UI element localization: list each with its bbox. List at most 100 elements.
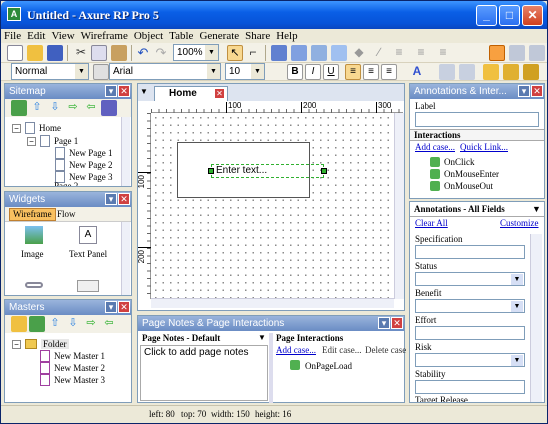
font-select[interactable]: Arial ▼ — [109, 63, 221, 80]
highlight-icon[interactable] — [489, 45, 505, 61]
text-field-widget[interactable]: Enter text... — [211, 164, 324, 178]
font-color-icon[interactable]: A — [409, 64, 425, 80]
menu-generate[interactable]: Generate — [196, 29, 242, 43]
italic-button[interactable]: I — [305, 64, 321, 80]
widgets-scrollbar[interactable] — [121, 222, 130, 295]
send-back-icon[interactable] — [503, 64, 519, 80]
notes-close-button[interactable]: ✕ — [391, 317, 403, 329]
image-icon[interactable] — [271, 45, 287, 61]
notes-dropdown-icon[interactable]: ▼ — [258, 333, 266, 342]
bold-button[interactable]: B — [287, 64, 303, 80]
sitemap-scrollbar[interactable] — [121, 117, 130, 186]
resize-handle[interactable] — [321, 168, 327, 174]
font-size-select[interactable]: 10 ▼ — [225, 63, 265, 80]
master-folder[interactable]: Folder — [41, 339, 69, 349]
title-bar[interactable]: A Untitled - Axure RP Pro 5 _ □ ✕ — [1, 1, 547, 29]
widgets-menu-button[interactable]: ▾ — [105, 193, 117, 205]
master-indent-icon[interactable]: ⇨ — [83, 316, 99, 332]
sitemap-item-newpage2[interactable]: New Page 2 — [69, 160, 113, 170]
master-item-2[interactable]: New Master 2 — [54, 363, 105, 373]
add-master-icon[interactable] — [29, 316, 45, 332]
sitemap-item-page1[interactable]: Page 1 — [54, 136, 78, 146]
page-notes-textarea[interactable]: Click to add page notes — [140, 345, 268, 401]
hyperlink-widget-icon[interactable] — [25, 282, 43, 288]
tab-list-icon[interactable]: ▼ — [140, 87, 148, 96]
sitemap-menu-button[interactable]: ▾ — [105, 85, 117, 97]
masters-close-button[interactable]: ✕ — [118, 301, 130, 313]
page-notes-title[interactable]: Page Notes - Default — [142, 333, 220, 343]
fields-title[interactable]: Annotations - All Fields — [414, 204, 505, 214]
widget-image-label[interactable]: Image — [21, 249, 44, 259]
ungroup-icon[interactable] — [311, 45, 327, 61]
move-up-icon[interactable]: ⇧ — [29, 100, 45, 116]
widgets-close-button[interactable]: ✕ — [118, 193, 130, 205]
group-icon[interactable] — [291, 45, 307, 61]
tab-wireframe[interactable]: Wireframe — [9, 208, 56, 221]
distribute-icon[interactable] — [459, 64, 475, 80]
align-right-icon[interactable]: ≡ — [381, 64, 397, 80]
splitter[interactable] — [269, 333, 273, 403]
bring-front-icon[interactable] — [483, 64, 499, 80]
indent-icon[interactable]: ⇨ — [65, 100, 81, 116]
cut-icon[interactable]: ✂ — [73, 45, 89, 61]
specification-input[interactable] — [415, 245, 525, 259]
arrow-style-icon[interactable]: ≡ — [435, 45, 451, 61]
paste-icon[interactable] — [111, 45, 127, 61]
order-icon[interactable] — [331, 45, 347, 61]
close-button[interactable]: ✕ — [522, 5, 543, 26]
add-case-link[interactable]: Add case... — [415, 142, 455, 152]
notes-menu-button[interactable]: ▾ — [378, 317, 390, 329]
align-center-icon[interactable]: ≡ — [363, 64, 379, 80]
sitemap-item-newpage1[interactable]: New Page 1 — [69, 148, 113, 158]
minimize-button[interactable]: _ — [476, 5, 497, 26]
align-left-icon[interactable]: ≡ — [345, 64, 361, 80]
maximize-button[interactable]: □ — [499, 5, 520, 26]
grid-icon[interactable] — [509, 45, 525, 61]
annotations-menu-button[interactable]: ▾ — [518, 85, 530, 97]
connector-icon[interactable]: ⌐ — [245, 45, 261, 61]
canvas-vscrollbar[interactable] — [394, 113, 404, 299]
button-widget-icon[interactable] — [77, 280, 99, 292]
menu-wireframe[interactable]: Wireframe — [78, 29, 131, 43]
resize-handle[interactable] — [208, 168, 214, 174]
risk-select[interactable]: ▼ — [415, 353, 525, 367]
widget-text-panel-label[interactable]: Text Panel — [69, 249, 107, 259]
add-folder-icon[interactable] — [11, 316, 27, 332]
stability-input[interactable] — [415, 380, 525, 394]
zoom-select[interactable]: 100% ▼ — [173, 44, 219, 61]
expand-home-icon[interactable]: − — [12, 124, 21, 133]
benefit-select[interactable]: ▼ — [415, 299, 525, 313]
snap-icon[interactable] — [529, 45, 545, 61]
image-widget-icon[interactable] — [25, 226, 43, 244]
sitemap-item-page2[interactable]: Page 2 — [54, 181, 78, 186]
align-objects-icon[interactable] — [439, 64, 455, 80]
menu-share[interactable]: Share — [242, 29, 273, 43]
sitemap-close-button[interactable]: ✕ — [118, 85, 130, 97]
masters-menu-button[interactable]: ▾ — [105, 301, 117, 313]
copy-icon[interactable] — [91, 45, 107, 61]
fields-dropdown-icon[interactable]: ▼ — [532, 204, 541, 214]
expand-folder-icon[interactable]: − — [12, 340, 21, 349]
annotations-close-button[interactable]: ✕ — [531, 85, 543, 97]
master-item-1[interactable]: New Master 1 — [54, 351, 105, 361]
event-onmouseenter[interactable]: OnMouseEnter — [444, 169, 499, 179]
menu-object[interactable]: Object — [131, 29, 166, 43]
sitemap-item-home[interactable]: Home — [39, 123, 61, 133]
quick-link[interactable]: Quick Link... — [460, 142, 508, 152]
menu-view[interactable]: View — [48, 29, 77, 43]
expand-page1-icon[interactable]: − — [27, 137, 36, 146]
undo-icon[interactable]: ↶ — [135, 45, 151, 61]
underline-button[interactable]: U — [323, 64, 339, 80]
open-icon[interactable] — [27, 45, 43, 61]
pointer-icon[interactable]: ↖ — [227, 45, 243, 61]
effort-input[interactable] — [415, 326, 525, 340]
line-width-icon[interactable]: ≡ — [391, 45, 407, 61]
move-down-icon[interactable]: ⇩ — [47, 100, 63, 116]
redo-icon[interactable]: ↷ — [153, 45, 169, 61]
event-onclick[interactable]: OnClick — [444, 157, 475, 167]
text-panel-widget-icon[interactable]: A — [79, 226, 97, 244]
tab-flow[interactable]: Flow — [57, 209, 76, 219]
event-onmouseout[interactable]: OnMouseOut — [444, 181, 493, 191]
design-grid[interactable]: Enter text... — [152, 114, 394, 298]
add-case-link[interactable]: Add case... — [276, 345, 316, 355]
